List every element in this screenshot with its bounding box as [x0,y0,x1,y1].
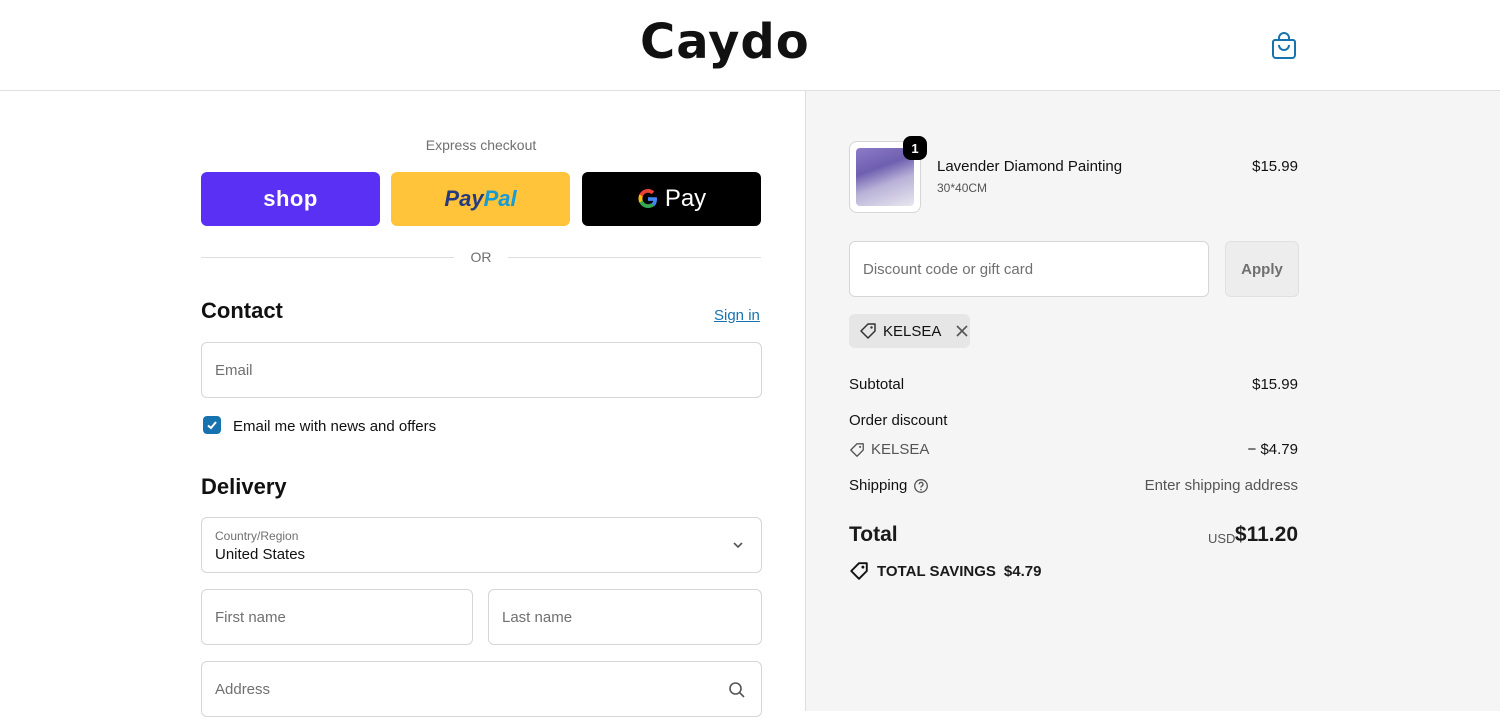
brand-logo[interactable]: Caydo [640,14,810,70]
address-field[interactable]: Address [201,661,762,717]
order-summary-panel: 1 Lavender Diamond Painting 30*40CM $15.… [805,91,1500,711]
discount-code-input[interactable]: Discount code or gift card [849,241,1209,297]
delivery-title: Delivery [201,474,287,499]
discount-code-name: KELSEA [871,441,930,458]
newsletter-checkbox[interactable] [203,416,221,434]
savings-value: $4.79 [1003,562,1042,580]
checkmark-icon [207,421,217,430]
country-label: Country/Region [215,529,299,543]
first-name-placeholder: First name [215,609,286,626]
discount-code-row: KELSEA [849,441,929,458]
total-value: $11.20 [1234,523,1298,546]
help-icon[interactable] [913,478,929,494]
apply-discount-button[interactable]: Apply [1225,241,1299,297]
tag-icon [860,323,876,339]
shop-pay-label: shop [263,186,318,211]
email-placeholder: Email [215,362,253,379]
address-placeholder: Address [215,681,271,698]
applied-discount-chip: KELSEA [849,314,970,348]
chevron-down-icon [733,542,743,549]
header: Caydo [0,0,1500,91]
express-checkout-label: Express checkout [425,137,537,153]
subtotal-label: Subtotal [849,376,905,393]
total-label: Total [849,523,898,546]
contact-title: Contact [201,298,283,323]
country-value: United States [215,546,306,563]
shopping-bag-icon[interactable] [1270,30,1298,60]
remove-discount-button[interactable] [955,324,969,338]
product-variant: 30*40CM [937,181,988,195]
newsletter-label: Email me with news and offers [233,418,437,435]
tag-icon [850,442,864,457]
subtotal-value: $15.99 [1252,376,1298,393]
google-pay-button[interactable]: Pay [582,172,761,226]
order-discount-label: Order discount [849,412,948,429]
tag-icon [850,562,868,580]
email-field[interactable]: Email [201,342,762,398]
google-g-icon [638,189,657,208]
total-currency: USD [1208,531,1236,546]
shipping-value: Enter shipping address [1144,477,1298,494]
paypal-button[interactable]: Pay Pal [391,172,570,226]
total-savings: TOTAL SAVINGS $4.79 [849,561,1041,581]
discount-amount: − $4.79 [1247,441,1298,458]
checkout-form-panel: Express checkout shop Pay Pal Pay OR Cont… [0,91,805,717]
shipping-label: Shipping [849,477,908,494]
applied-code: KELSEA [883,322,942,340]
product-name: Lavender Diamond Painting [937,158,1123,175]
first-name-field[interactable]: First name [201,589,473,645]
close-icon [956,325,968,337]
or-divider: OR [201,247,761,267]
shipping-row: Shipping [849,477,929,494]
product-price: $15.99 [1252,158,1298,175]
country-select[interactable]: Country/Region United States [201,517,762,573]
shop-pay-button[interactable]: shop [201,172,380,226]
google-pay-label: Pay [664,185,707,212]
savings-label: TOTAL SAVINGS [877,562,996,580]
paypal-label-part1: Pay [444,186,484,211]
paypal-label-part2: Pal [483,186,517,211]
last-name-field[interactable]: Last name [488,589,762,645]
divider-line-right [508,257,761,258]
search-icon [729,682,745,698]
quantity-badge: 1 [903,136,927,160]
last-name-placeholder: Last name [502,609,573,626]
sign-in-link[interactable]: Sign in [714,307,760,324]
discount-placeholder: Discount code or gift card [863,261,1034,278]
